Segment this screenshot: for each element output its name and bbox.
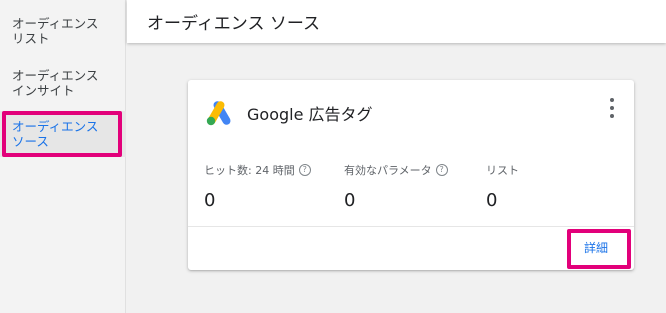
metric-label: 有効なパラメータ [344, 164, 432, 177]
help-circle-icon[interactable]: ? [298, 164, 311, 176]
sidebar-item-label: オーディエンス [12, 68, 99, 83]
metric-hits-24h: ヒット数: 24 時間 ? 0 [204, 162, 311, 211]
metric-valid-parameters: 有効なパラメータ ? 0 [344, 162, 448, 211]
help-circle-icon[interactable]: ? [435, 164, 448, 176]
sidebar-item-audience-insights[interactable]: オーディエンス インサイト [0, 68, 126, 98]
page-title: オーディエンス ソース [147, 14, 321, 34]
metric-value: 0 [486, 190, 498, 211]
sidebar-item-label: ソース [12, 134, 49, 149]
sidebar-item-label: オーディエンス [12, 119, 99, 134]
metric-lists: リスト 0 [486, 162, 519, 211]
sidebar-item-audience-list[interactable]: オーディエンス リスト [0, 16, 126, 46]
card-divider [188, 226, 634, 227]
sidebar-nav: オーディエンス リスト オーディエンス インサイト オーディエンス ソース [0, 0, 126, 313]
metric-value: 0 [204, 190, 216, 211]
metric-label: ヒット数: 24 時間 [204, 164, 295, 177]
metric-label: リスト [486, 164, 519, 177]
page-header: オーディエンス ソース [127, 0, 666, 43]
metric-value: 0 [344, 190, 356, 211]
sidebar-item-label: オーディエンス [12, 16, 99, 31]
details-button[interactable]: 詳細 [584, 239, 608, 256]
google-ads-tag-card: Google 広告タグ ヒット数: 24 時間 ? 0 有効なパラメータ ? 0… [188, 80, 634, 270]
card-title: Google 広告タグ [247, 105, 373, 124]
more-vert-icon[interactable] [608, 98, 616, 118]
sidebar-item-audience-sources[interactable]: オーディエンス ソース [0, 111, 126, 157]
google-ads-logo-icon [206, 101, 231, 126]
sidebar-item-label: リスト [12, 31, 50, 46]
sidebar-item-label: インサイト [12, 83, 75, 98]
